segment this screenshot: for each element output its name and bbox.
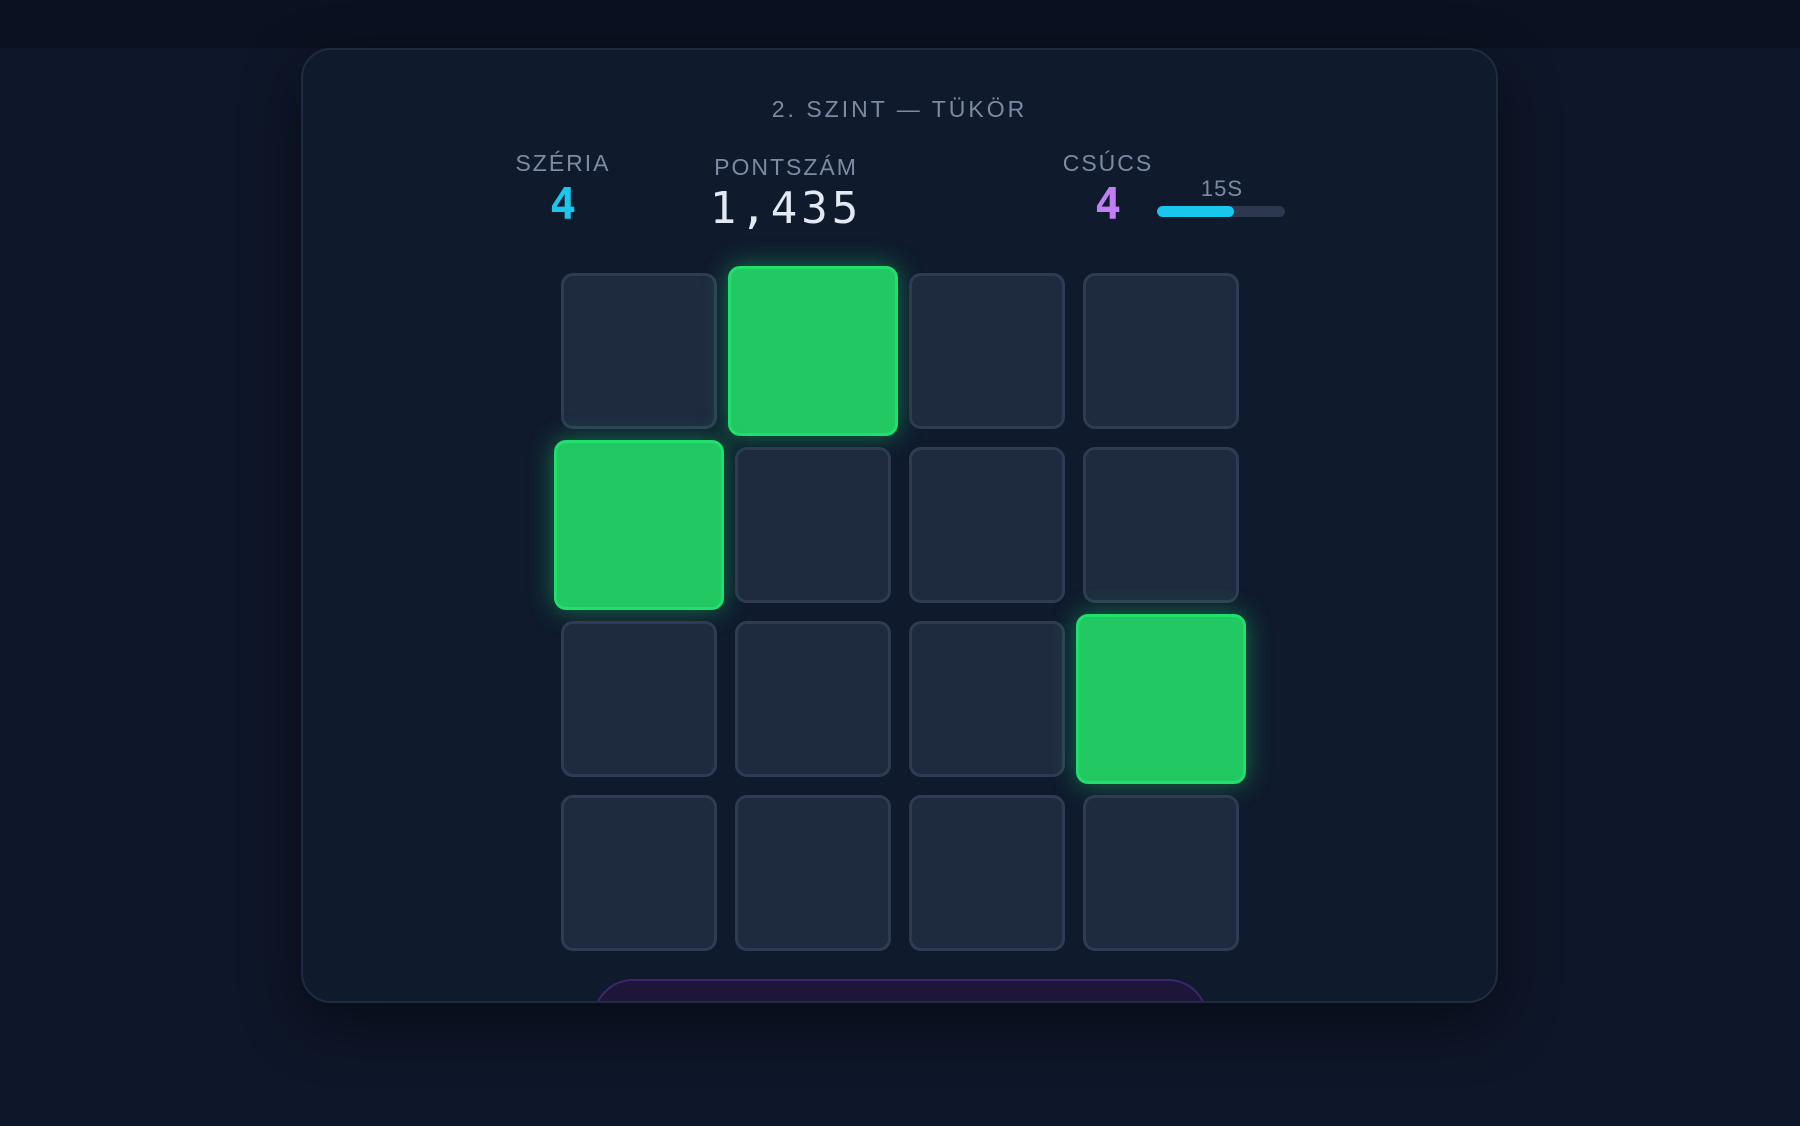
level-title: 2. SZINT — TÜKÖR [771,96,1028,122]
grid-tile-r2-c4[interactable] [1083,447,1239,603]
grid-tile-r4-c4[interactable] [1083,795,1239,951]
grid-tile-r3-c4[interactable] [1076,614,1246,784]
grid-tile-r1-c4[interactable] [1083,273,1239,429]
grid-tile-r4-c2[interactable] [735,795,891,951]
score-label: PONTSZÁM [714,154,858,180]
grid-tile-r1-c1[interactable] [561,273,717,429]
best-label: CSÚCS [1062,150,1154,176]
grid-tile-r1-c2[interactable] [728,266,898,436]
score-value: 1,435 [709,183,863,234]
streak-label: SZÉRIA [515,150,611,176]
top-bar [0,0,1800,48]
grid-tile-r1-c3[interactable] [909,273,1065,429]
grid-tile-r4-c1[interactable] [561,795,717,951]
tile-grid [554,266,1246,953]
score-stat: PONTSZÁM 1,435 [686,154,886,231]
timer-bar-fill [1157,206,1234,217]
grid-tile-r2-c2[interactable] [735,447,891,603]
grid-tile-r4-c3[interactable] [909,795,1065,951]
streak-stat: SZÉRIA 4 [463,150,663,227]
timer: 15S [1157,176,1287,217]
grid-tile-r2-c3[interactable] [909,447,1065,603]
timer-label: 15S [1200,176,1244,201]
game-panel: 2. SZINT — TÜKÖR SZÉRIA 4 PONTSZÁM 1,435… [301,48,1498,1003]
timer-bar [1157,206,1285,217]
grid-tile-r3-c1[interactable] [561,621,717,777]
bottom-action-button[interactable] [593,979,1208,1001]
streak-value: 4 [549,179,577,230]
grid-tile-r3-c2[interactable] [735,621,891,777]
grid-tile-r3-c3[interactable] [909,621,1065,777]
grid-tile-r2-c1[interactable] [554,440,724,610]
